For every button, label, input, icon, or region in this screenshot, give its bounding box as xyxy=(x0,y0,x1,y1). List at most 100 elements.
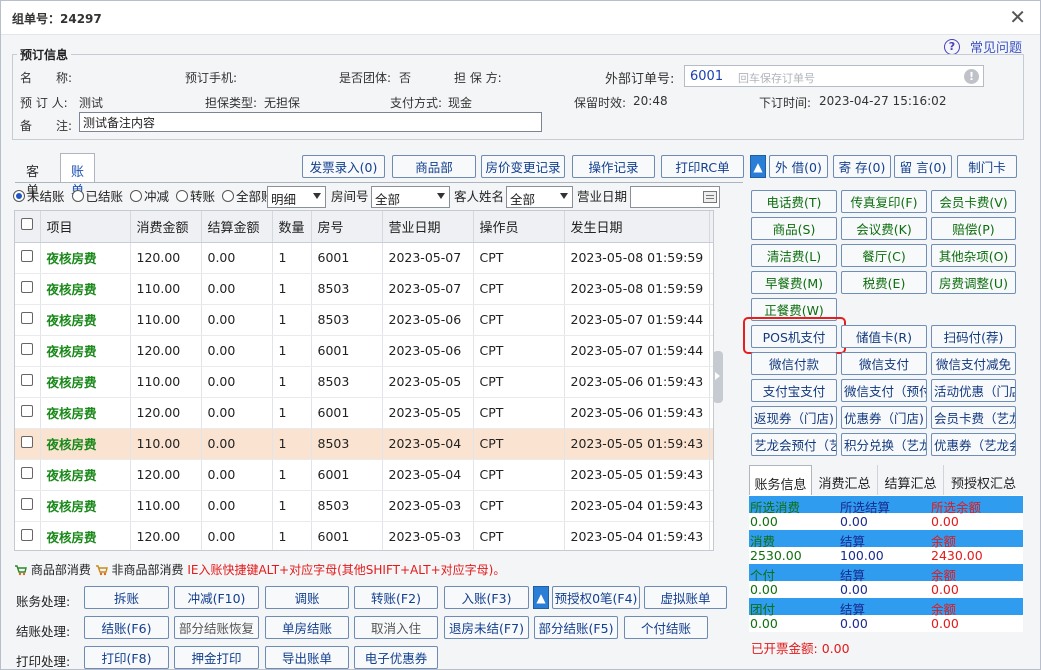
restaurant-button[interactable]: 餐厅(C) xyxy=(841,244,927,267)
row-checkbox[interactable] xyxy=(15,490,41,522)
virtual-bill-button[interactable]: 虚拟账单 xyxy=(644,586,727,609)
clear-icon[interactable]: ! xyxy=(964,69,979,84)
cashback-coupon-button[interactable]: 返现券（门店) xyxy=(751,406,837,429)
tab-settle-summary[interactable]: 结算汇总 xyxy=(878,465,944,495)
elong-member-card-button[interactable]: 会员卡费（艺龙 xyxy=(931,406,1016,429)
table-row[interactable]: 夜核房费 120.00 0.00 1 6001 2023-05-04 CPT 2023-05-… xyxy=(15,459,713,491)
checkout-button[interactable]: 结账(F6) xyxy=(84,616,169,639)
elong-coupon-button[interactable]: 优惠券（艺龙会 xyxy=(931,433,1016,456)
table-row[interactable]: 夜核房费 120.00 0.00 1 6001 2023-05-07 CPT 2023-05-… xyxy=(15,242,713,274)
member-card-fee-button[interactable]: 会员卡费(V) xyxy=(931,190,1016,213)
col-item[interactable]: 项目 xyxy=(40,211,131,243)
personal-checkout-button[interactable]: 个付结账 xyxy=(624,616,708,639)
goods-button[interactable]: 商品(S) xyxy=(751,217,837,240)
preauth-button[interactable]: 预授权0笔(F4) xyxy=(552,586,640,609)
row-checkbox[interactable] xyxy=(15,273,41,305)
post-entry-button[interactable]: 入账(F3) xyxy=(444,586,529,609)
alipay-button[interactable]: 支付宝支付 xyxy=(751,379,837,402)
adjust-button[interactable]: 调账 xyxy=(265,586,349,609)
table-row[interactable]: 夜核房费 110.00 0.00 1 8503 2023-05-07 CPT 2023-05-… xyxy=(15,273,713,305)
radio-offset[interactable]: 冲减 xyxy=(130,186,169,205)
message-button[interactable]: 留 言(0) xyxy=(894,155,952,178)
col-qty[interactable]: 数量 xyxy=(272,211,312,243)
row-checkbox[interactable] xyxy=(15,304,41,336)
calendar-icon[interactable] xyxy=(703,191,717,203)
single-room-checkout-button[interactable]: 单房结账 xyxy=(265,616,349,639)
cleaning-fee-button[interactable]: 清洁费(L) xyxy=(751,244,837,267)
radio-transfer[interactable]: 转账 xyxy=(176,186,215,205)
partial-checkout-restore-button[interactable]: 部分结账恢复 xyxy=(174,616,259,639)
col-note[interactable]: 备 xyxy=(709,211,713,243)
partial-checkout-button[interactable]: 部分结账(F5) xyxy=(534,616,618,639)
stored-card-button[interactable]: 储值卡(R) xyxy=(841,325,927,348)
checkout-unsettled-button[interactable]: 退房未结(F7) xyxy=(444,616,529,639)
detail-select[interactable]: 明细 xyxy=(267,186,326,208)
room-rate-adjust-button[interactable]: 房费调整(U) xyxy=(931,271,1016,294)
points-redeem-button[interactable]: 积分兑换（艺龙 xyxy=(841,433,927,456)
scan-pay-button[interactable]: 扫码付(荐) xyxy=(931,325,1016,348)
invoice-entry-button[interactable]: 发票录入(0) xyxy=(302,155,385,178)
wechat-prepay-button[interactable]: 微信支付（预付 xyxy=(841,379,927,402)
store-promo-button[interactable]: 活动优惠（门店 xyxy=(931,379,1016,402)
memo-field[interactable]: 测试备注内容 xyxy=(79,112,542,132)
goods-dept-button[interactable]: 商品部 xyxy=(392,155,476,178)
row-checkbox[interactable] xyxy=(15,428,41,460)
col-time[interactable]: 发生日期 xyxy=(564,211,710,243)
fax-copy-button[interactable]: 传真复印(F) xyxy=(841,190,927,213)
compensation-button[interactable]: 赔偿(P) xyxy=(931,217,1016,240)
row-checkbox[interactable] xyxy=(15,242,41,274)
transfer-button[interactable]: 转账(F2) xyxy=(354,586,438,609)
e-coupon-button[interactable]: 电子优惠券 xyxy=(354,646,438,669)
table-row[interactable]: 夜核房费 110.00 0.00 1 8503 2023-05-05 CPT 2023-05-… xyxy=(15,366,713,398)
operation-log-button[interactable]: 操作记录 xyxy=(572,155,655,178)
loan-button[interactable]: 外 借(0) xyxy=(769,155,828,178)
tab-guest[interactable]: 客单 xyxy=(15,153,50,199)
meeting-fee-button[interactable]: 会议费(K) xyxy=(841,217,927,240)
print-rc-button[interactable]: 打印RC单 xyxy=(661,155,744,178)
breakfast-fee-button[interactable]: 早餐费(M) xyxy=(751,271,837,294)
row-checkbox[interactable] xyxy=(15,397,41,429)
wechat-pay-discount-button[interactable]: 微信支付减免 xyxy=(931,352,1016,375)
table-row[interactable]: 夜核房费 120.00 0.00 1 6001 2023-05-05 CPT 2023-05-… xyxy=(15,397,713,429)
table-row[interactable]: 夜核房费 110.00 0.00 1 8503 2023-05-04 CPT 2023-05-… xyxy=(15,428,713,460)
tab-preauth-summary[interactable]: 预授权汇总 xyxy=(944,465,1023,495)
row-checkbox[interactable] xyxy=(15,335,41,367)
deposit-print-button[interactable]: 押金打印 xyxy=(174,646,259,669)
select-all-checkbox[interactable] xyxy=(15,211,41,243)
elong-prepay-button[interactable]: 艺龙会预付（艺 xyxy=(751,433,837,456)
table-row[interactable]: 夜核房费 120.00 0.00 1 6001 2023-05-06 CPT 2023-05-… xyxy=(15,335,713,367)
phone-fee-button[interactable]: 电话费(T) xyxy=(751,190,837,213)
radio-all[interactable]: 全部账 xyxy=(222,186,274,205)
col-settle[interactable]: 结算金额 xyxy=(201,211,273,243)
deposit-button[interactable]: 寄 存(0) xyxy=(833,155,891,178)
cancel-checkin-button[interactable]: 取消入住 xyxy=(354,616,438,639)
close-icon[interactable]: ✕ xyxy=(1009,7,1026,27)
store-coupon-button[interactable]: 优惠券（门店) xyxy=(841,406,927,429)
radio-settled[interactable]: 已结账 xyxy=(71,186,123,205)
table-row[interactable]: 夜核房费 120.00 0.00 1 6001 2023-05-03 CPT 2023-05-… xyxy=(15,521,713,550)
radio-unsettled[interactable]: 未结账 xyxy=(13,186,65,205)
table-row[interactable]: 夜核房费 110.00 0.00 1 8503 2023-05-03 CPT 2023-05-… xyxy=(15,490,713,522)
tab-bill[interactable]: 账单 xyxy=(60,153,96,199)
tab-account-info[interactable]: 账务信息 xyxy=(749,465,812,495)
bizdate-input[interactable] xyxy=(630,186,720,208)
collapse-up-icon[interactable]: ▲ xyxy=(750,155,766,178)
col-bizdate[interactable]: 营业日期 xyxy=(382,211,474,243)
col-amount[interactable]: 消费金额 xyxy=(130,211,202,243)
rate-change-log-button[interactable]: 房价变更记录 xyxy=(481,155,565,178)
external-order-field[interactable]: 6001 回车保存订单号 ! xyxy=(684,65,984,87)
export-bill-button[interactable]: 导出账单 xyxy=(265,646,349,669)
row-checkbox[interactable] xyxy=(15,366,41,398)
make-key-card-button[interactable]: 制门卡 xyxy=(957,155,1017,178)
col-room[interactable]: 房号 xyxy=(311,211,383,243)
misc-button[interactable]: 其他杂项(O) xyxy=(931,244,1016,267)
split-bill-button[interactable]: 拆账 xyxy=(84,586,169,609)
row-checkbox[interactable] xyxy=(15,459,41,491)
wechat-pay-button[interactable]: 微信支付 xyxy=(841,352,927,375)
table-row[interactable]: 夜核房费 110.00 0.00 1 8503 2023-05-06 CPT 2023-05-… xyxy=(15,304,713,336)
room-select[interactable]: 全部 xyxy=(371,186,450,208)
offset-button[interactable]: 冲减(F10) xyxy=(174,586,259,609)
print-button[interactable]: 打印(F8) xyxy=(84,646,169,669)
col-operator[interactable]: 操作员 xyxy=(473,211,565,243)
expand-up-icon[interactable]: ▲ xyxy=(533,586,549,609)
